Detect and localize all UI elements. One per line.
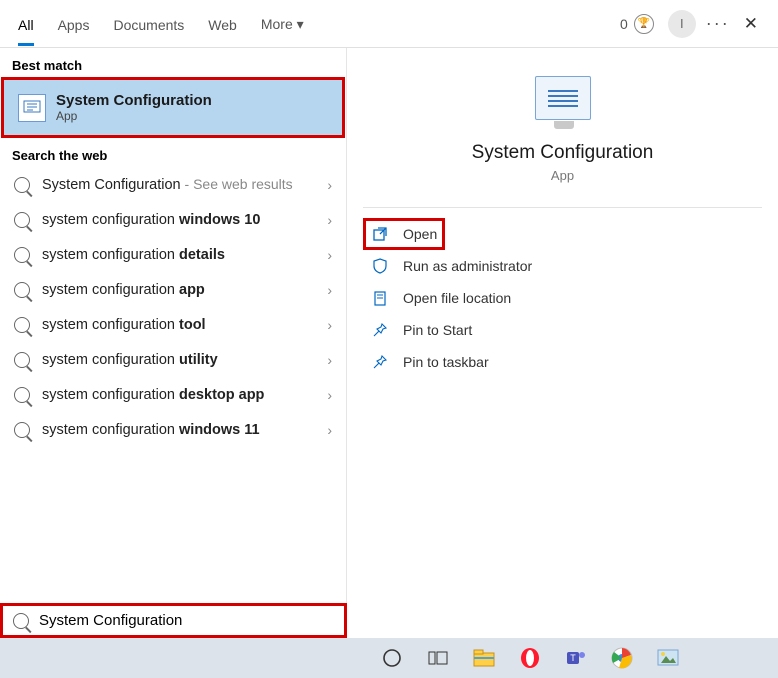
web-result[interactable]: system configuration app › xyxy=(0,272,346,307)
detail-title: System Configuration xyxy=(472,142,654,164)
search-box[interactable] xyxy=(0,603,347,638)
tab-more[interactable]: More ▾ xyxy=(249,2,316,45)
chevron-right-icon: › xyxy=(327,317,332,333)
web-result-text: system configuration tool xyxy=(42,316,315,333)
web-result-text: system configuration windows 10 xyxy=(42,211,315,228)
open-icon xyxy=(371,226,389,242)
taskbar: T xyxy=(0,638,778,678)
web-result-text: System Configuration - See web results xyxy=(42,176,315,193)
web-result[interactable]: system configuration utility › xyxy=(0,342,346,377)
chevron-down-icon: ▾ xyxy=(297,16,304,32)
tab-web[interactable]: Web xyxy=(196,3,249,45)
web-result-text: system configuration windows 11 xyxy=(42,421,315,438)
chevron-right-icon: › xyxy=(327,422,332,438)
close-button[interactable]: ✕ xyxy=(744,14,758,34)
chrome-icon[interactable] xyxy=(610,646,634,670)
search-icon xyxy=(14,317,30,333)
web-result[interactable]: System Configuration - See web results › xyxy=(0,167,346,202)
action-pin-start[interactable]: Pin to Start xyxy=(363,314,762,346)
cortana-icon[interactable] xyxy=(380,646,404,670)
pictures-icon[interactable] xyxy=(656,646,680,670)
user-avatar[interactable]: I xyxy=(668,10,696,38)
web-result[interactable]: system configuration details › xyxy=(0,237,346,272)
search-icon xyxy=(13,613,29,629)
reward-points: 0 xyxy=(620,16,628,32)
chevron-right-icon: › xyxy=(327,177,332,193)
action-pin-taskbar[interactable]: Pin to taskbar xyxy=(363,346,762,378)
web-result[interactable]: system configuration desktop app › xyxy=(0,377,346,412)
msconfig-icon xyxy=(18,94,46,122)
action-open-location[interactable]: Open file location xyxy=(363,282,762,314)
action-open[interactable]: Open xyxy=(363,218,445,250)
chevron-right-icon: › xyxy=(327,212,332,228)
search-icon xyxy=(14,422,30,438)
pin-icon xyxy=(371,322,389,338)
web-result-text: system configuration details xyxy=(42,246,315,263)
chevron-right-icon: › xyxy=(327,387,332,403)
detail-pane: System Configuration App Open Run as adm… xyxy=(347,48,778,638)
tab-apps[interactable]: Apps xyxy=(46,3,102,45)
best-match-subtitle: App xyxy=(56,109,212,123)
pin-icon xyxy=(371,354,389,370)
search-tabs: All Apps Documents Web More ▾ 0 🏆 I ··· … xyxy=(0,0,778,48)
action-run-admin[interactable]: Run as administrator xyxy=(363,250,762,282)
web-result-text: system configuration utility xyxy=(42,351,315,368)
action-pin-start-label: Pin to Start xyxy=(403,322,472,338)
teams-icon[interactable]: T xyxy=(564,646,588,670)
section-search-web: Search the web xyxy=(0,138,346,167)
best-match-result[interactable]: System Configuration App xyxy=(1,77,345,138)
chevron-right-icon: › xyxy=(327,352,332,368)
detail-subtitle: App xyxy=(551,168,574,183)
chevron-right-icon: › xyxy=(327,282,332,298)
chevron-right-icon: › xyxy=(327,247,332,263)
web-result-text: system configuration app xyxy=(42,281,315,298)
svg-text:T: T xyxy=(570,653,576,663)
rewards-indicator[interactable]: 0 🏆 xyxy=(620,14,654,34)
shield-icon xyxy=(371,258,389,274)
search-icon xyxy=(14,282,30,298)
best-match-title: System Configuration xyxy=(56,92,212,109)
folder-icon xyxy=(371,290,389,306)
task-view-icon[interactable] xyxy=(426,646,450,670)
search-icon xyxy=(14,247,30,263)
web-result[interactable]: system configuration tool › xyxy=(0,307,346,342)
options-button[interactable]: ··· xyxy=(706,13,730,34)
action-pin-taskbar-label: Pin to taskbar xyxy=(403,354,489,370)
search-icon xyxy=(14,387,30,403)
file-explorer-icon[interactable] xyxy=(472,646,496,670)
tab-documents[interactable]: Documents xyxy=(101,3,196,45)
action-run-admin-label: Run as administrator xyxy=(403,258,532,274)
search-icon xyxy=(14,212,30,228)
search-icon xyxy=(14,352,30,368)
web-result[interactable]: system configuration windows 11 › xyxy=(0,412,346,447)
section-best-match: Best match xyxy=(0,48,346,77)
web-result[interactable]: system configuration windows 10 › xyxy=(0,202,346,237)
action-open-label: Open xyxy=(403,226,437,242)
search-icon xyxy=(14,177,30,193)
tab-all[interactable]: All xyxy=(6,3,46,45)
app-large-icon xyxy=(535,76,591,120)
action-open-location-label: Open file location xyxy=(403,290,511,306)
results-pane: Best match System Configuration App Sear… xyxy=(0,0,347,638)
web-result-text: system configuration desktop app xyxy=(42,386,315,403)
search-input[interactable] xyxy=(39,612,334,629)
trophy-icon: 🏆 xyxy=(634,14,654,34)
opera-icon[interactable] xyxy=(518,646,542,670)
